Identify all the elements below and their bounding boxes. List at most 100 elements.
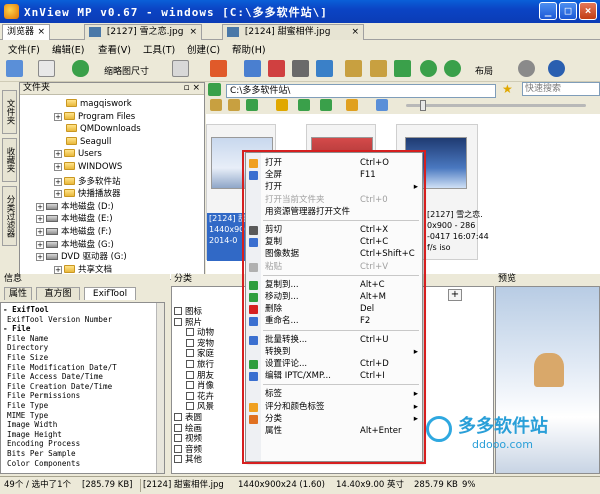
category-item[interactable]: 音频 xyxy=(174,444,202,455)
up-icon[interactable] xyxy=(394,60,411,77)
category-item[interactable]: 动物 xyxy=(186,328,214,338)
category-checkbox[interactable] xyxy=(174,434,182,443)
tab-close-icon[interactable]: × xyxy=(351,25,359,39)
filter-icon[interactable] xyxy=(346,99,358,111)
capture-icon[interactable] xyxy=(268,60,285,77)
tree-expander-icon[interactable]: + xyxy=(54,163,62,171)
tree-expander-icon[interactable]: + xyxy=(54,177,62,186)
tab-exiftool[interactable]: ExifTool xyxy=(84,287,136,300)
category-item[interactable]: 风景 xyxy=(186,402,214,412)
category-checkbox[interactable] xyxy=(186,391,194,400)
exif-field-row[interactable]: File Creation Date/Time xyxy=(7,382,112,391)
category-checkbox[interactable] xyxy=(186,402,194,411)
menu-edit[interactable]: 编辑(E) xyxy=(52,42,84,56)
exif-field-row[interactable]: File Access Date/Time xyxy=(7,372,103,381)
exif-scrollbar[interactable] xyxy=(156,303,164,473)
category-item[interactable]: 图标 xyxy=(174,307,202,317)
exif-group-row[interactable]: - File xyxy=(3,324,30,333)
category-item[interactable]: 表圆 xyxy=(174,413,202,423)
quick-search-input[interactable]: 快速搜索 xyxy=(522,82,600,96)
category-checkbox[interactable] xyxy=(174,455,182,464)
tree-expander-icon[interactable]: + xyxy=(36,253,44,262)
tab-image-2127[interactable]: [2127] 雪之恋.jpg × xyxy=(84,24,202,40)
add-category-button[interactable]: + xyxy=(448,289,462,301)
grid-view-icon[interactable] xyxy=(6,60,23,77)
back-icon[interactable] xyxy=(345,60,362,77)
zoom-slider[interactable] xyxy=(406,104,586,107)
folder-tree-item[interactable]: + 快播播放器 xyxy=(54,187,121,199)
forward-icon[interactable] xyxy=(370,60,387,77)
layout-menu[interactable]: 布局 xyxy=(475,64,493,77)
category-checkbox[interactable] xyxy=(186,328,194,337)
exif-group-row[interactable]: - ExifTool xyxy=(3,305,49,314)
menu-help[interactable]: 帮助(H) xyxy=(232,42,266,56)
category-item[interactable]: 视频 xyxy=(174,434,202,444)
category-checkbox[interactable] xyxy=(174,444,182,453)
side-tab-category-filter[interactable]: 分类过滤器 xyxy=(2,186,17,246)
sort-icon[interactable] xyxy=(320,99,332,111)
folder-tree-item[interactable]: + 共享文档 xyxy=(54,263,112,275)
category-checkbox[interactable] xyxy=(174,307,182,315)
category-item[interactable]: 花卉 xyxy=(186,391,214,402)
settings-gear-icon[interactable] xyxy=(518,60,535,77)
slideshow-icon[interactable] xyxy=(244,60,261,77)
tab-close-icon[interactable]: × xyxy=(189,25,197,39)
category-item[interactable]: 照片 xyxy=(174,317,202,328)
tree-expander-icon[interactable]: + xyxy=(54,150,62,159)
exif-field-row[interactable]: File Name xyxy=(7,334,48,343)
category-checkbox[interactable] xyxy=(186,381,194,390)
tree-expander-icon[interactable]: + xyxy=(36,202,44,211)
category-checkbox[interactable] xyxy=(174,413,182,421)
exif-field-row[interactable]: File Permissions xyxy=(7,391,80,400)
minimize-button[interactable]: _ xyxy=(539,2,557,20)
zoom-slider-handle[interactable] xyxy=(420,100,426,111)
category-item[interactable]: 肖像 xyxy=(186,381,214,391)
exif-field-row[interactable]: MIME Type xyxy=(7,411,48,420)
tree-expander-icon[interactable]: + xyxy=(54,265,62,274)
info-icon[interactable] xyxy=(548,60,565,77)
exif-field-row[interactable]: File Size xyxy=(7,353,48,362)
exif-field-row[interactable]: File Modification Date/T xyxy=(7,363,117,372)
rotate-right-icon[interactable] xyxy=(444,60,461,77)
monitor-icon[interactable] xyxy=(316,60,333,77)
bookmark-icon[interactable] xyxy=(210,60,227,77)
category-checkbox[interactable] xyxy=(186,360,194,368)
tree-expander-icon[interactable]: + xyxy=(36,228,44,236)
menu-file[interactable]: 文件(F) xyxy=(8,42,40,56)
tab-close-icon[interactable]: × xyxy=(37,25,45,39)
favorite-star-icon[interactable]: ★ xyxy=(502,82,513,96)
category-item[interactable]: 宠物 xyxy=(186,338,214,349)
nav-back-icon[interactable] xyxy=(210,99,222,111)
exif-field-row[interactable]: Image Width xyxy=(7,420,57,429)
nav-forward-icon[interactable] xyxy=(228,99,240,111)
tab-properties[interactable]: 属性 xyxy=(4,287,32,300)
folder-tree-item[interactable]: + 本地磁盘 (E:) xyxy=(36,212,113,224)
tab-browser[interactable]: 浏览器 × xyxy=(2,24,50,41)
rotate-left-icon[interactable] xyxy=(420,60,437,77)
exif-field-row[interactable]: Directory xyxy=(7,343,48,352)
exif-field-row[interactable]: Bits Per Sample xyxy=(7,449,76,458)
folder-tree-item[interactable]: + 本地磁盘 (F:) xyxy=(36,225,111,237)
maximize-button[interactable]: □ xyxy=(559,2,577,20)
tree-expander-icon[interactable]: + xyxy=(54,190,62,199)
exif-field-row[interactable]: Image Height xyxy=(7,430,62,439)
folder-tree-item[interactable]: + Program Files xyxy=(54,111,135,124)
category-checkbox[interactable] xyxy=(186,349,194,358)
category-item[interactable]: 朋友 xyxy=(186,370,214,381)
refresh-icon[interactable] xyxy=(298,99,310,111)
tab-histogram[interactable]: 直方图 xyxy=(36,287,80,300)
tree-expander-icon[interactable]: + xyxy=(54,112,62,121)
category-checkbox[interactable] xyxy=(186,338,194,347)
refresh-icon[interactable] xyxy=(72,60,89,77)
menu-view[interactable]: 查看(V) xyxy=(98,42,131,56)
folder-tree-item[interactable]: + WINDOWS xyxy=(54,162,122,174)
folder-tree-item[interactable]: + 本地磁盘 (G:) xyxy=(36,238,114,250)
exif-field-row[interactable]: Encoding Process xyxy=(7,439,80,448)
nav-up-icon[interactable] xyxy=(208,83,221,96)
panel-pin-icon[interactable]: ▫ × xyxy=(183,83,200,94)
menu-create[interactable]: 创建(C) xyxy=(187,42,220,56)
film-icon[interactable] xyxy=(292,60,309,77)
side-tab-folders[interactable]: 文件夹 xyxy=(2,90,17,134)
category-checkbox[interactable] xyxy=(186,370,194,379)
category-item[interactable]: 绘画 xyxy=(174,423,202,434)
